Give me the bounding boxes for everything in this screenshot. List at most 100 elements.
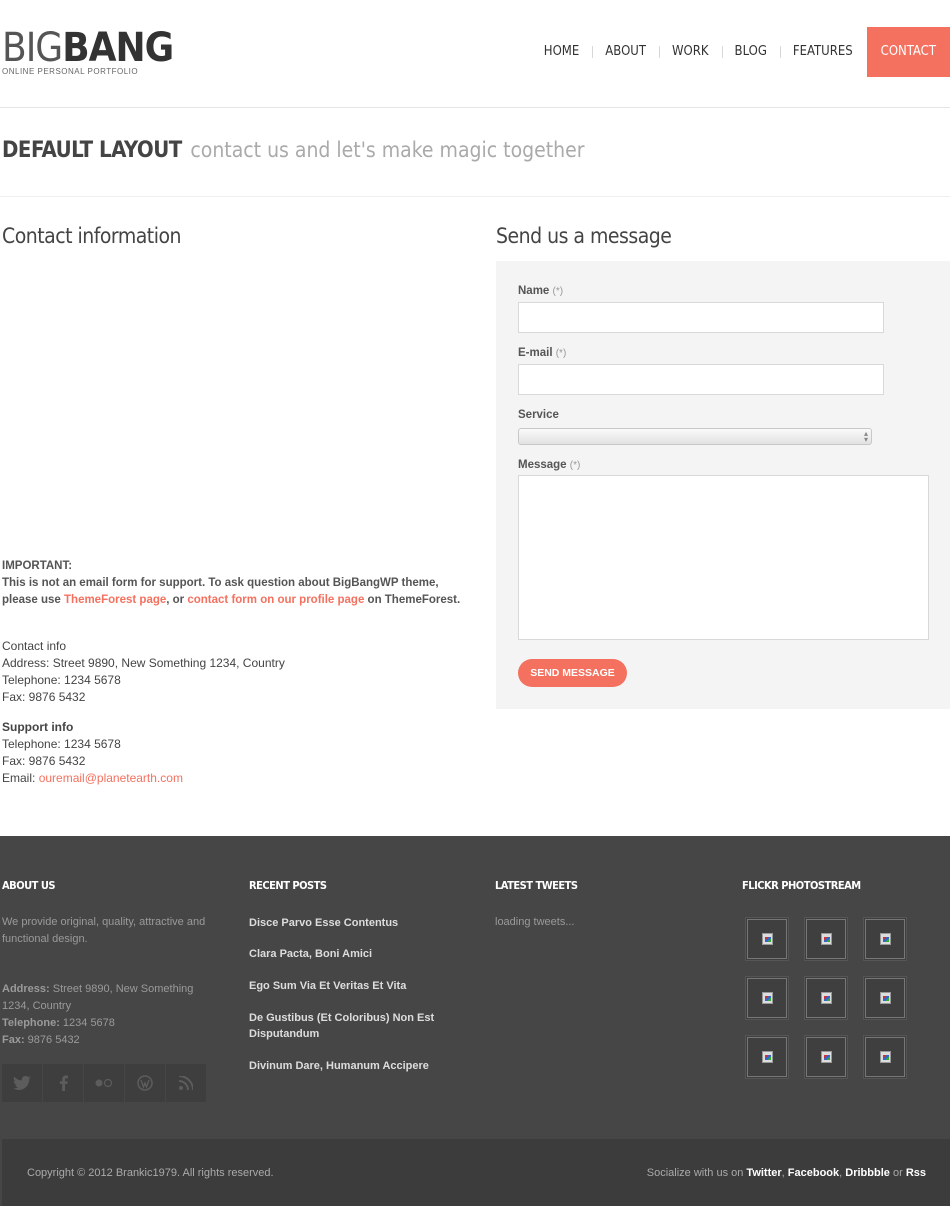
logo-wordmark: BIGBANG [2,25,174,71]
support-fax: Fax: 9876 5432 [2,754,86,768]
tweets-loading-status: loading tweets... [495,916,575,928]
footer-fax-value: 9876 5432 [24,1034,80,1046]
footer-telephone-label: Telephone: [2,1017,60,1029]
flickr-icon[interactable] [84,1064,124,1102]
rss-icon[interactable] [166,1064,206,1102]
copyright-text: Copyright © 2012 Brankic1979. All rights… [27,1167,274,1179]
page-title: DEFAULT LAYOUT contact us and let's make… [2,138,585,163]
profile-contact-link[interactable]: contact form on our profile page [187,594,364,606]
socialize-twitter-link[interactable]: Twitter [746,1167,781,1179]
contact-info-title: Contact info [2,639,67,653]
flickr-photo-thumb[interactable] [863,1035,907,1079]
footer-tweets-heading: LATEST TWEETS [495,879,578,892]
page-title-subtitle: contact us and let's make magic together [190,138,585,162]
flickr-photo-frame [747,1037,787,1077]
service-select[interactable]: ▴ ▾ [518,428,872,445]
site-header: BIGBANG ONLINE PERSONAL PORTFOLIO HOME A… [0,0,950,108]
nav-home[interactable]: HOME [531,27,592,77]
main-nav: HOME ABOUT WORK BLOG FEATURES CONTACT [531,27,950,77]
nav-contact[interactable]: CONTACT [866,27,950,77]
logo-part-bang: BANG [62,25,174,71]
contact-form: Name (*) E-mail (*) Service ▴ ▾ Message (… [496,261,950,709]
site-logo[interactable]: BIGBANG ONLINE PERSONAL PORTFOLIO [2,25,174,76]
important-text: , or [166,594,188,606]
select-arrows-icon: ▴ ▾ [863,429,868,444]
support-info-block: Support info Telephone: 1234 5678 Fax: 9… [2,719,472,787]
broken-image-icon [761,992,773,1004]
important-title: IMPORTANT: [2,560,73,572]
themeforest-link[interactable]: ThemeForest page [64,594,166,606]
message-label: Message (*) [518,459,580,471]
flickr-photo-frame [806,1037,846,1077]
flickr-photo-thumb[interactable] [745,976,789,1020]
flickr-photo-thumb[interactable] [745,1035,789,1079]
recent-post-link[interactable]: Disce Parvo Esse Contentus [249,915,459,931]
flickr-photo-frame [865,978,905,1018]
support-email-link[interactable]: ouremail@planetearth.com [39,771,183,785]
recent-post-link[interactable]: De Gustibus (Et Coloribus) Non Est Dispu… [249,1010,459,1042]
broken-image-icon [820,1051,832,1063]
contact-telephone: Telephone: 1234 5678 [2,673,121,687]
footer-about-heading: ABOUT US [2,879,56,892]
footer-bottom-bar: Copyright © 2012 Brankic1979. All rights… [2,1139,950,1206]
form-heading: Send us a message [496,224,672,248]
page-title-strong: DEFAULT LAYOUT [2,138,182,163]
flickr-photo-frame [747,978,787,1018]
important-text: on ThemeForest. [364,594,461,606]
contact-address: Address: Street 9890, New Something 1234… [2,656,285,670]
twitter-icon[interactable] [2,1064,42,1102]
socialize-facebook-link[interactable]: Facebook [788,1167,839,1179]
flickr-photo-thumb[interactable] [863,917,907,961]
logo-part-big: BIG [2,25,63,71]
flickr-photo-frame [747,919,787,959]
recent-post-link[interactable]: Clara Pacta, Boni Amici [249,946,459,962]
flickr-photo-frame [806,919,846,959]
flickr-photo-frame [806,978,846,1018]
nav-about[interactable]: ABOUT [592,27,659,77]
footer-recent-posts-heading: RECENT POSTS [249,879,327,892]
name-label: Name (*) [518,285,563,297]
required-mark: (*) [569,460,581,471]
service-label: Service [518,409,559,421]
flickr-photo-thumb[interactable] [804,1035,848,1079]
recent-post-link[interactable]: Ego Sum Via Et Veritas Et Vita [249,978,459,994]
support-telephone: Telephone: 1234 5678 [2,737,121,751]
socialize-dribbble-link[interactable]: Dribbble [845,1167,890,1179]
flickr-photo-thumb[interactable] [804,976,848,1020]
contact-info-heading: Contact information [2,224,182,248]
footer-address: Address: Street 9890, New Something 1234… [2,981,202,1015]
facebook-icon[interactable] [43,1064,83,1102]
wordpress-icon[interactable] [125,1064,165,1102]
flickr-photo-thumb[interactable] [804,917,848,961]
important-notice: IMPORTANT: This is not an email form for… [2,558,462,609]
support-info-title: Support info [2,720,74,734]
broken-image-icon [761,1051,773,1063]
email-input[interactable] [518,364,884,395]
title-divider [0,196,950,197]
footer-fax: Fax: 9876 5432 [2,1032,202,1049]
flickr-photo-thumb[interactable] [863,976,907,1020]
site-footer: ABOUT US We provide original, quality, a… [0,836,950,1206]
flickr-photo-frame [865,1037,905,1077]
socialize-or: or [889,1167,906,1179]
flickr-photo-frame [865,919,905,959]
flickr-photo-thumb[interactable] [745,917,789,961]
broken-image-icon [879,992,891,1004]
send-message-button[interactable]: SEND MESSAGE [518,659,627,687]
message-textarea[interactable] [518,475,929,640]
nav-blog[interactable]: BLOG [721,27,780,77]
nav-features[interactable]: FEATURES [779,27,866,77]
recent-post-link[interactable]: Divinum Dare, Humanum Accipere [249,1058,459,1074]
footer-telephone: Telephone: 1234 5678 [2,1015,202,1032]
socialize-links: Socialize with us on Twitter, Facebook, … [646,1167,926,1179]
broken-image-icon [879,1051,891,1063]
broken-image-icon [820,933,832,945]
socialize-rss-link[interactable]: Rss [906,1167,926,1179]
nav-work[interactable]: WORK [658,27,722,77]
contact-info-block: Contact info Address: Street 9890, New S… [2,638,472,706]
broken-image-icon [879,933,891,945]
message-label-text: Message [518,459,567,471]
support-email-line: Email: ouremail@planetearth.com [2,770,472,787]
name-input[interactable] [518,302,884,333]
contact-fax: Fax: 9876 5432 [2,690,86,704]
